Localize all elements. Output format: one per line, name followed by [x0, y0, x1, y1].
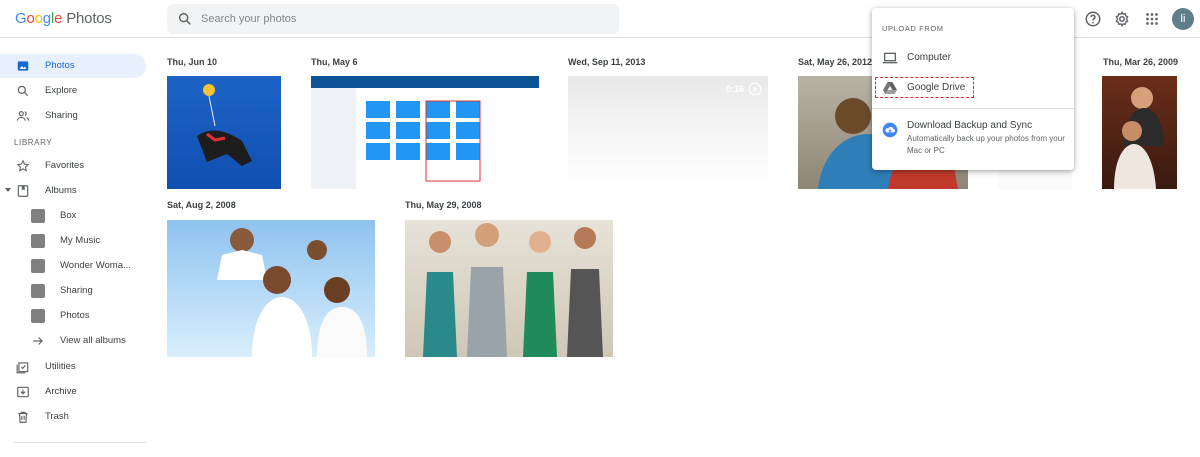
upload-menu-title: UPLOAD FROM: [882, 24, 944, 33]
computer-label: Computer: [907, 52, 951, 63]
date-header: Thu, May 29, 2008: [405, 200, 482, 210]
album-thumbnail: [31, 309, 45, 323]
people-icon: [16, 111, 30, 121]
date-header: Sat, May 26, 2012: [798, 57, 873, 67]
album-label: Photos: [60, 310, 90, 321]
album-item-box[interactable]: Box: [0, 204, 146, 228]
video-duration: 0:16: [725, 84, 744, 94]
archive-icon: [17, 386, 29, 398]
arrow-right-icon: [33, 337, 43, 345]
backup-sync-icon: [882, 122, 898, 138]
upload-from-computer[interactable]: Computer: [872, 48, 1074, 68]
photo-couple[interactable]: [1102, 76, 1177, 189]
sidebar-item-label: Archive: [45, 386, 77, 397]
sidebar-item-label: Explore: [45, 85, 78, 96]
sidebar-divider: [14, 442, 146, 443]
sidebar-item-favorites[interactable]: Favorites: [0, 154, 146, 178]
sidebar-item-label: Sharing: [45, 110, 78, 121]
photo-family[interactable]: [167, 220, 375, 357]
menu-divider: [872, 108, 1074, 109]
sidebar-item-trash[interactable]: Trash: [0, 405, 146, 429]
library-section-title: LIBRARY: [14, 138, 53, 147]
backup-title: Download Backup and Sync: [907, 120, 1033, 131]
google-drive-highlight: [875, 77, 974, 98]
laptop-icon: [882, 52, 898, 64]
google-photos-logo[interactable]: Google Photos: [15, 10, 112, 27]
sidebar-item-archive[interactable]: Archive: [0, 380, 146, 404]
settings-icon[interactable]: [1113, 10, 1131, 28]
video-thumbnail[interactable]: 0:16: [568, 76, 768, 189]
sidebar: Photos Explore Sharing LIBRARY Favorites…: [0, 38, 160, 457]
album-item-my-music[interactable]: My Music: [0, 229, 146, 253]
avatar[interactable]: li: [1172, 8, 1194, 30]
album-icon: [17, 185, 29, 197]
photo-group[interactable]: [405, 220, 613, 357]
photo-icon: [17, 61, 29, 71]
date-header: Thu, Jun 10: [167, 57, 218, 67]
album-label: Sharing: [60, 285, 93, 296]
date-header: Sat, Aug 2, 2008: [167, 200, 236, 210]
search-icon: [178, 12, 191, 25]
sidebar-item-label: Utilities: [45, 361, 76, 372]
search-input[interactable]: [201, 4, 601, 34]
sidebar-item-utilities[interactable]: Utilities: [0, 355, 146, 379]
play-icon: [748, 82, 762, 96]
backup-description: Automatically back up your photos from y…: [907, 134, 1065, 155]
sidebar-item-albums[interactable]: Albums: [0, 179, 146, 203]
album-item-sharing[interactable]: Sharing: [0, 279, 146, 303]
album-label: Box: [60, 210, 77, 221]
trash-icon: [18, 411, 28, 423]
apps-icon[interactable]: [1143, 10, 1161, 28]
album-label: View all albums: [60, 335, 126, 346]
album-thumbnail: [31, 284, 45, 298]
sidebar-item-explore[interactable]: Explore: [0, 79, 146, 103]
caret-down-icon[interactable]: [5, 188, 11, 192]
sidebar-item-label: Photos: [45, 60, 75, 71]
date-header: Wed, Sep 11, 2013: [568, 57, 646, 67]
date-header: Thu, May 6: [311, 57, 358, 67]
sidebar-item-sharing[interactable]: Sharing: [0, 104, 146, 128]
star-icon: [16, 159, 30, 172]
album-label: Wonder Woma...: [60, 260, 131, 271]
view-all-albums-link[interactable]: View all albums: [0, 329, 146, 353]
help-icon[interactable]: [1084, 10, 1102, 28]
download-backup-sync[interactable]: Download Backup and Sync Automatically b…: [872, 118, 1074, 163]
search-icon: [17, 85, 29, 97]
sidebar-item-label: Favorites: [45, 160, 85, 171]
photo-skydiving[interactable]: [167, 76, 281, 189]
album-item-photos[interactable]: Photos: [0, 304, 146, 328]
date-header: Thu, Mar 26, 2009: [1103, 57, 1179, 67]
sidebar-item-photos[interactable]: Photos: [0, 54, 146, 78]
album-thumbnail: [31, 209, 45, 223]
album-label: My Music: [60, 235, 101, 246]
album-thumbnail: [31, 259, 45, 273]
utilities-icon: [16, 362, 29, 374]
photo-partial[interactable]: [998, 170, 1072, 189]
search-bar[interactable]: [167, 4, 619, 34]
photo-screenshot[interactable]: [311, 76, 539, 189]
album-thumbnail: [31, 234, 45, 248]
album-item-wonder-woman[interactable]: Wonder Woma...: [0, 254, 146, 278]
sidebar-item-label: Trash: [45, 411, 69, 422]
sidebar-item-label: Albums: [45, 185, 77, 196]
